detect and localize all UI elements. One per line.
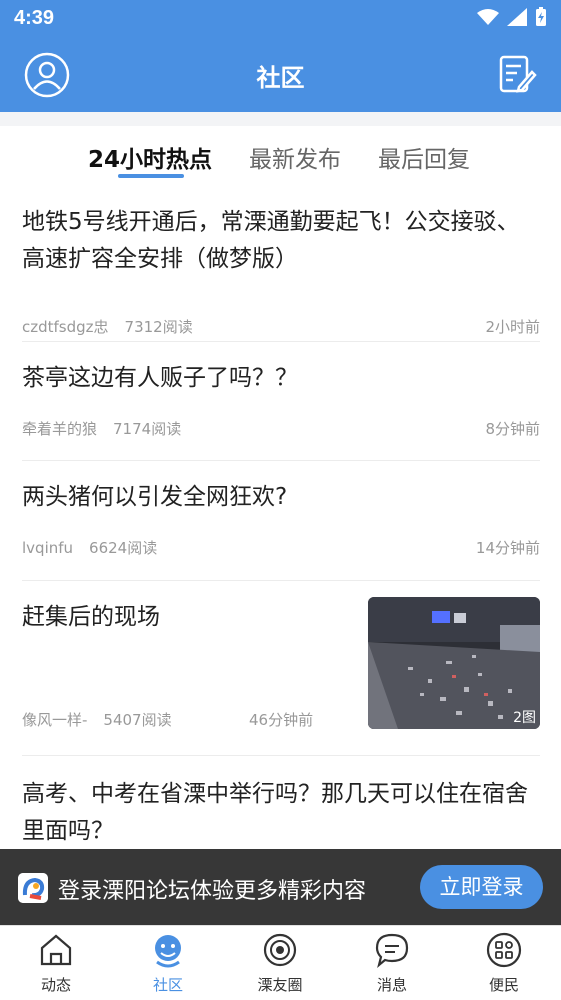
login-message: 登录溧阳论坛体验更多精彩内容 (58, 879, 367, 904)
post-item[interactable]: 高考、中考在省溧中举行吗？那几天可以住在宿舍里面吗？ (22, 756, 540, 851)
post-author: 牵着羊的狼 (22, 420, 98, 438)
nav-label: 溧友圈 (257, 976, 303, 994)
post-time: 2小时前 (485, 318, 540, 336)
post-thumbnail[interactable]: 2图 (368, 597, 540, 729)
post-time: 8分钟前 (485, 420, 540, 438)
post-reads: 7312阅读 (124, 318, 193, 336)
page-title: 社区 (256, 64, 305, 92)
battery-icon (536, 7, 546, 26)
signal-icon (507, 8, 527, 26)
message-icon (375, 933, 409, 968)
compose-icon[interactable] (497, 54, 537, 94)
nav-item-community[interactable]: 社区 (112, 926, 224, 1000)
post-title: 高考、中考在省溧中举行吗？那几天可以住在宿舍里面吗？ (22, 781, 528, 844)
circle-icon (263, 933, 297, 967)
forum-logo-icon (18, 873, 48, 903)
nav-label: 社区 (152, 976, 183, 994)
post-reads: 6624阅读 (89, 539, 158, 557)
tab-last-reply[interactable]: 最后回复 (378, 140, 470, 174)
app-bar: 社区 (0, 38, 561, 112)
post-item[interactable]: 赶集后的现场 像风一样- 5407阅读 46分钟前 2图 (22, 581, 540, 756)
post-meta: lvqinfu 6624阅读 (22, 537, 173, 558)
post-title: 茶亭这边有人贩子了吗？？ (22, 365, 298, 391)
post-reads: 5407阅读 (103, 711, 172, 729)
tab-bar: 24小时热点 最新发布 最后回复 (0, 126, 561, 186)
bottom-nav: 动态 社区 溧友圈 消息 便民 (0, 925, 561, 999)
nav-label: 便民 (488, 976, 519, 994)
login-banner: 登录溧阳论坛体验更多精彩内容 立即登录 (0, 849, 561, 925)
nav-item-messages[interactable]: 消息 (336, 926, 448, 1000)
post-meta: 像风一样- 5407阅读 (22, 709, 188, 730)
post-author: 像风一样- (22, 711, 88, 729)
post-time: 14分钟前 (475, 539, 540, 557)
post-item[interactable]: 茶亭这边有人贩子了吗？？ 牵着羊的狼 7174阅读 8分钟前 (22, 342, 540, 461)
post-author: lvqinfu (22, 539, 74, 557)
tab-24h-hot[interactable]: 24小时热点 (88, 140, 212, 174)
post-meta: czdtfsdgz忠 7312阅读 (22, 316, 209, 337)
login-button[interactable]: 立即登录 (420, 865, 543, 909)
nav-label: 动态 (40, 976, 71, 994)
tab-latest[interactable]: 最新发布 (249, 140, 341, 174)
post-item[interactable]: 两头猪何以引发全网狂欢? lvqinfu 6624阅读 14分钟前 (22, 461, 540, 581)
post-meta: 牵着羊的狼 7174阅读 (22, 418, 197, 439)
status-icons (477, 7, 547, 27)
post-time: 46分钟前 (249, 711, 314, 729)
nav-item-services[interactable]: 便民 (448, 926, 560, 1000)
services-icon (486, 932, 522, 968)
nav-item-friends-circle[interactable]: 溧友圈 (224, 926, 336, 1000)
post-title: 两头猪何以引发全网狂欢? (22, 484, 288, 510)
status-time: 4:39 (14, 7, 55, 29)
post-item[interactable]: 地铁5号线开通后，常溧通勤要起飞！公交接驳、高速扩容全安排（做梦版） czdtf… (22, 204, 540, 342)
nav-item-dynamic[interactable]: 动态 (0, 926, 112, 1000)
community-icon (155, 935, 181, 968)
post-author: czdtfsdgz忠 (22, 318, 109, 336)
status-bar: 4:39 (0, 0, 561, 38)
post-reads: 7174阅读 (113, 420, 182, 438)
home-icon (40, 934, 72, 966)
nav-label: 消息 (376, 976, 407, 994)
post-title: 地铁5号线开通后，常溧通勤要起飞！公交接驳、高速扩容全安排（做梦版） (22, 209, 520, 272)
active-tab-indicator (118, 174, 184, 178)
section-divider (0, 112, 561, 126)
image-count-badge: 2图 (513, 710, 536, 726)
wifi-icon (477, 9, 499, 25)
